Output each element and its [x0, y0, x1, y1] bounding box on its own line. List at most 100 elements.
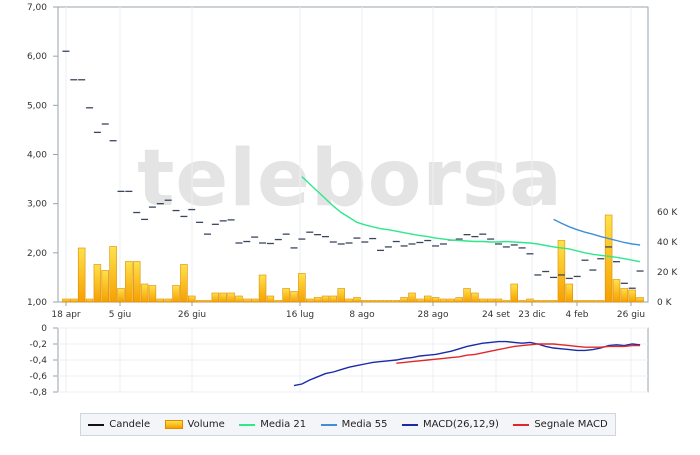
x-tick-label: 28 ago	[417, 310, 449, 320]
watermark-text: teleborsa	[137, 134, 563, 224]
volume-bar	[368, 300, 377, 303]
volume-bar	[306, 298, 314, 303]
volume-bar	[337, 288, 345, 303]
volume-bar	[195, 300, 204, 303]
volume-bar	[502, 300, 511, 303]
volume-bar	[101, 270, 109, 303]
volume-bar	[392, 300, 400, 303]
legend-item-candele[interactable]: Candele	[88, 419, 150, 430]
y-tick-label-macd: -0,2	[29, 340, 47, 350]
legend-item-macd[interactable]: MACD(26,12,9)	[401, 419, 499, 430]
legend-label-media-55: Media 55	[341, 419, 388, 430]
volume-bar	[557, 240, 566, 303]
y-tick-label-price: 7,00	[27, 3, 47, 13]
volume-bar	[298, 273, 306, 303]
y-tick-label-volume: 20 K	[657, 268, 678, 278]
legend-item-volume[interactable]: Volume	[164, 419, 225, 430]
volume-bar	[62, 298, 70, 303]
x-tick-label: 16 lug	[286, 310, 314, 320]
legend-item-media-21[interactable]: Media 21	[239, 419, 306, 430]
legend-label-macd: MACD(26,12,9)	[422, 419, 499, 430]
volume-bar	[235, 295, 243, 303]
volume-bar	[612, 279, 621, 303]
y-tick-label-volume: 0 K	[657, 298, 673, 308]
y-tick-label-macd: -0,6	[29, 372, 47, 382]
volume-bar	[510, 283, 518, 303]
volume-bar	[534, 300, 542, 303]
volume-bar	[250, 298, 259, 303]
legend-label-candele: Candele	[109, 419, 151, 430]
volume-bar	[628, 289, 636, 303]
volume-bar	[636, 297, 644, 303]
volume-bar	[329, 295, 338, 303]
volume-bar	[117, 288, 125, 303]
volume-bar	[400, 297, 408, 303]
stock-chart: teleborsa 1,00 2,00 3,00 4,00 5,00 6,00 7,00 0 K…	[27, 3, 678, 398]
volume-bar	[597, 300, 605, 303]
y-tick-label-price: 4,00	[27, 151, 47, 161]
volume-bar	[85, 298, 94, 303]
volume-bar	[172, 285, 180, 303]
volume-bar	[321, 295, 330, 303]
y-tick-label-price: 5,00	[27, 101, 47, 111]
legend-swatch-candele	[88, 423, 105, 426]
volume-bar	[439, 298, 448, 303]
volume-bar	[589, 300, 597, 303]
volume-bar	[353, 297, 361, 303]
volume-bar	[376, 300, 385, 303]
volume-bar	[447, 298, 456, 303]
volume-bar	[282, 288, 290, 303]
volume-bar	[274, 300, 283, 303]
x-tick-label: 23 dic	[518, 310, 546, 320]
volume-bar	[290, 291, 298, 303]
y-tick-label-price: 2,00	[27, 249, 47, 259]
volume-bar	[188, 295, 196, 303]
legend-label-volume: Volume	[187, 419, 225, 430]
x-tick-label: 5 giu	[109, 310, 132, 320]
volume-bar	[345, 298, 353, 303]
legend-item-media-55[interactable]: Media 55	[320, 419, 388, 430]
volume-bar	[258, 274, 267, 303]
x-tick-label: 24 set	[482, 310, 511, 320]
y-tick-label-price: 1,00	[27, 298, 47, 308]
volume-bar	[541, 300, 550, 303]
x-tick-label: 26 giu	[178, 310, 206, 320]
volume-bar	[565, 283, 574, 303]
volume-bar	[93, 264, 102, 303]
y-tick-label-macd: -0,8	[29, 388, 47, 398]
volume-bar	[486, 298, 495, 303]
volume-bar	[180, 264, 188, 303]
x-tick-label: 18 apr	[51, 310, 81, 320]
volume-bar	[620, 288, 629, 303]
x-tick-label: 8 ago	[349, 310, 375, 320]
y-tick-label-price: 6,00	[27, 52, 47, 62]
volume-bar	[203, 300, 212, 303]
volume-bar	[431, 297, 440, 303]
x-tick-label: 4 feb	[565, 310, 588, 320]
volume-bar	[416, 298, 424, 303]
volume-bar	[140, 283, 149, 303]
volume-bar	[384, 300, 393, 303]
volume-bar	[125, 261, 133, 303]
volume-bar	[227, 292, 235, 303]
volume-bar	[361, 300, 369, 303]
volume-bar	[132, 261, 141, 303]
volume-bar	[148, 285, 157, 303]
volume-bar	[479, 298, 487, 303]
legend-label-segnale-macd: Segnale MACD	[534, 419, 608, 430]
legend-swatch-macd	[401, 423, 418, 426]
volume-bar	[313, 297, 322, 303]
volume-bar	[549, 300, 558, 303]
legend-item-segnale-macd[interactable]: Segnale MACD	[513, 419, 608, 430]
volume-bar	[266, 295, 275, 303]
y-tick-label-macd: 0	[41, 324, 47, 334]
volume-bar	[581, 300, 589, 303]
y-tick-label-volume: 40 K	[657, 238, 678, 248]
volume-bar	[455, 297, 463, 303]
legend-swatch-segnale-macd	[513, 423, 530, 426]
volume-bar	[211, 292, 220, 303]
y-tick-label-price: 3,00	[27, 200, 47, 210]
legend-swatch-media-55	[320, 423, 337, 426]
x-tick-label: 26 giu	[617, 310, 645, 320]
legend-label-media-21: Media 21	[260, 419, 307, 430]
